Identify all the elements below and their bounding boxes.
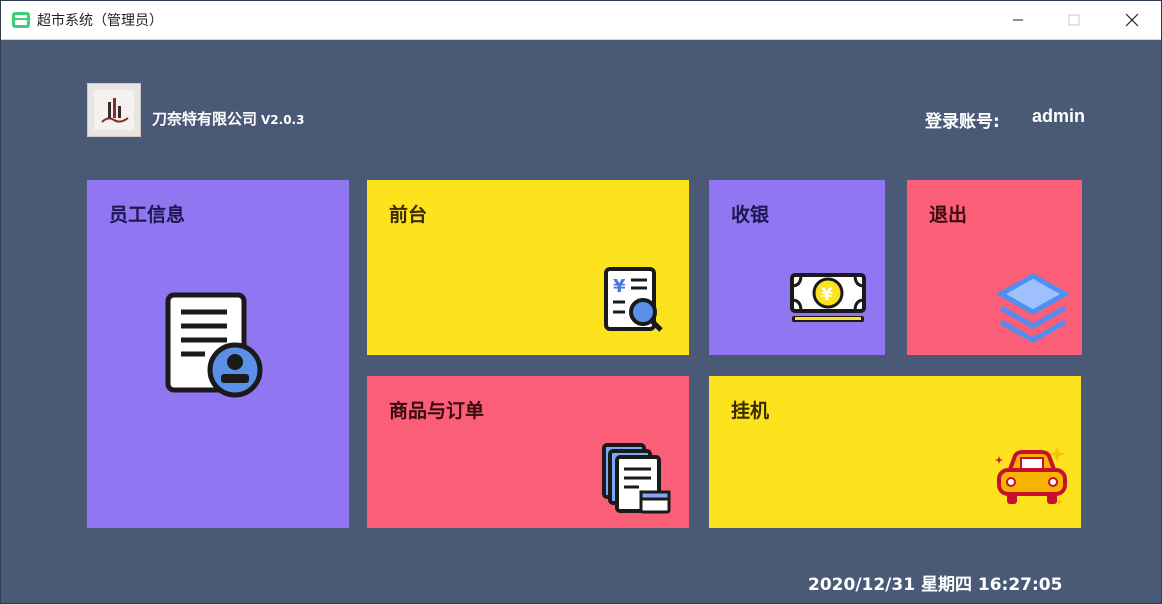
building-logo-icon — [94, 90, 134, 130]
tile-front-desk-label: 前台 — [389, 204, 428, 226]
company-name-text: 刀奈特有限公司 — [152, 110, 258, 128]
maximize-icon — [1068, 14, 1080, 26]
tile-staff-info[interactable]: 员工信息 — [87, 180, 349, 528]
app-window: 超市系统（管理员） 刀奈特有限公司 V2.0.3 登录账号: admin 员工信… — [0, 0, 1162, 604]
receipt-search-icon: ¥ — [604, 267, 663, 332]
employee-document-icon — [165, 292, 263, 398]
maximize-button[interactable] — [1051, 1, 1097, 39]
company-logo — [87, 83, 141, 137]
main-content: 刀奈特有限公司 V2.0.3 登录账号: admin 员工信息 前台 ¥ 收银 … — [1, 40, 1161, 603]
tile-goods-orders[interactable]: 商品与订单 — [367, 376, 689, 528]
login-account-value: admin — [1032, 106, 1086, 126]
documents-order-icon — [602, 443, 671, 514]
company-name: 刀奈特有限公司 V2.0.3 — [152, 108, 304, 129]
layers-icon — [997, 273, 1069, 343]
svg-text:¥: ¥ — [821, 285, 833, 305]
login-account-label: 登录账号: — [925, 112, 1000, 132]
tile-idle[interactable]: 挂机 — [709, 376, 1081, 528]
close-button[interactable] — [1109, 1, 1155, 39]
app-version: V2.0.3 — [261, 113, 305, 127]
tile-idle-label: 挂机 — [731, 400, 770, 422]
app-icon — [12, 12, 30, 28]
svg-text:¥: ¥ — [613, 276, 626, 297]
minimize-icon — [1013, 19, 1023, 21]
tile-cashier-label: 收银 — [731, 204, 770, 226]
close-icon — [1125, 13, 1139, 27]
minimize-button[interactable] — [995, 1, 1041, 39]
tile-exit-label: 退出 — [929, 204, 968, 226]
tile-goods-orders-label: 商品与订单 — [389, 400, 485, 422]
tile-cashier[interactable]: 收银 ¥ — [709, 180, 885, 355]
window-title: 超市系统（管理员） — [37, 13, 163, 29]
tile-front-desk[interactable]: 前台 ¥ — [367, 180, 689, 355]
tile-staff-info-label: 员工信息 — [109, 204, 186, 226]
car-icon — [995, 446, 1067, 506]
tile-exit[interactable]: 退出 — [907, 180, 1082, 355]
current-datetime: 2020/12/31 星期四 16:27:05 — [808, 575, 1063, 595]
title-bar[interactable]: 超市系统（管理员） — [1, 1, 1161, 40]
banknote-yen-icon: ¥ — [790, 273, 866, 322]
